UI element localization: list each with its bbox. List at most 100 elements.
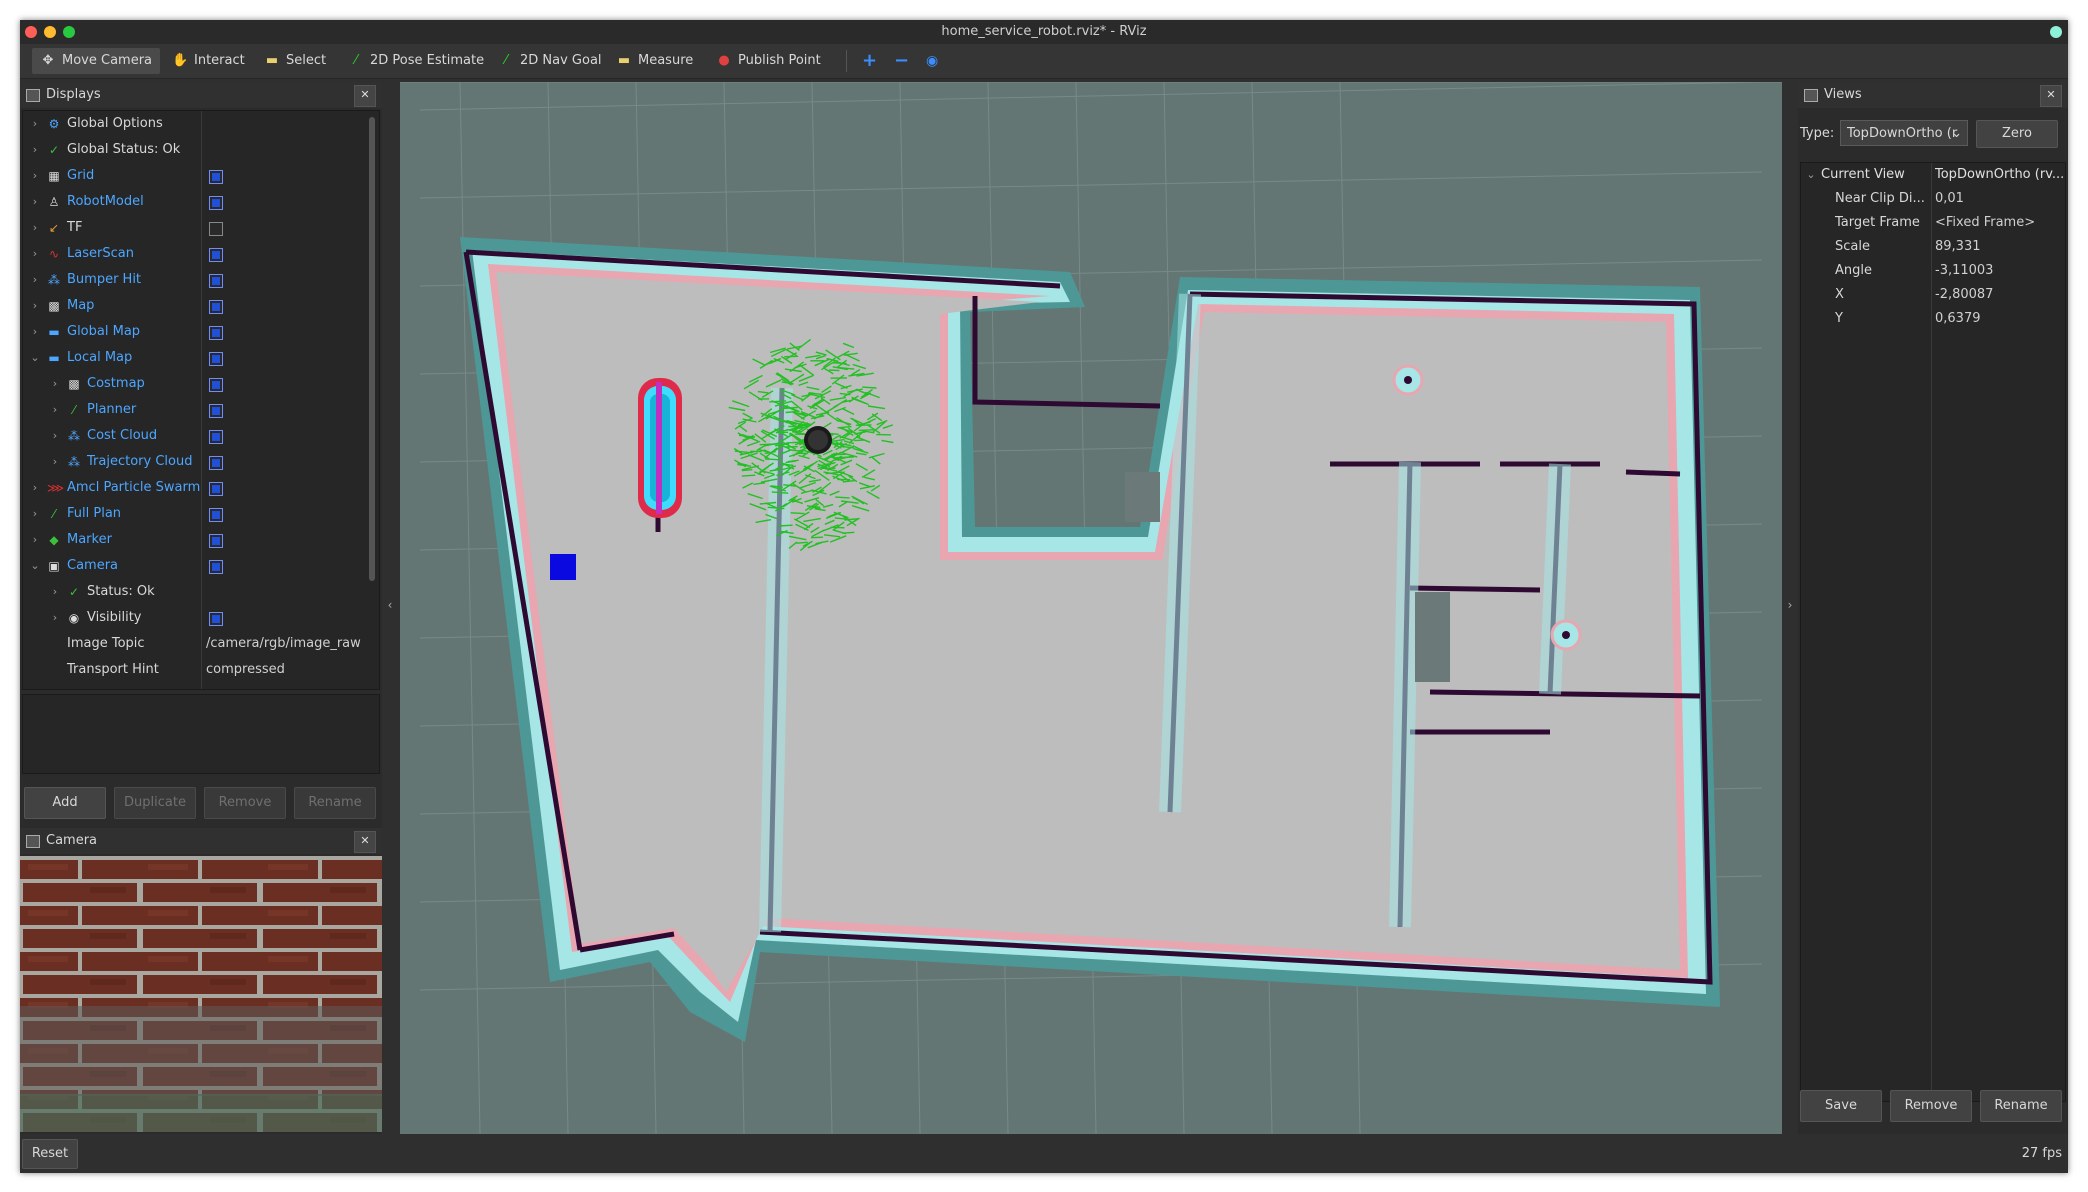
add-tool-icon[interactable]: + bbox=[854, 48, 885, 74]
3d-viewport[interactable] bbox=[400, 82, 1782, 1134]
view-prop-value[interactable]: -3,11003 bbox=[1935, 259, 1993, 283]
rename-display-button[interactable]: Rename bbox=[294, 787, 376, 819]
display-checkbox[interactable] bbox=[209, 612, 223, 626]
view-prop-row[interactable]: Target Frame <Fixed Frame> bbox=[1801, 211, 2065, 235]
display-row-marker[interactable]: › ◆ Marker bbox=[23, 527, 379, 553]
display-row-global-map[interactable]: › ▬ Global Map bbox=[23, 319, 379, 345]
expand-arrow-icon[interactable]: › bbox=[29, 215, 41, 241]
expand-arrow-icon[interactable]: ⌄ bbox=[29, 345, 41, 371]
view-prop-row[interactable]: Y 0,6379 bbox=[1801, 307, 2065, 331]
display-checkbox[interactable] bbox=[209, 196, 223, 210]
remove-view-button[interactable]: Remove bbox=[1890, 1090, 1972, 1122]
move-camera-button[interactable]: ✥ Move Camera bbox=[32, 48, 161, 74]
view-prop-row[interactable]: Scale 89,331 bbox=[1801, 235, 2065, 259]
expand-arrow-icon[interactable]: › bbox=[49, 449, 61, 475]
display-checkbox[interactable] bbox=[209, 404, 223, 418]
view-prop-row[interactable]: Angle -3,11003 bbox=[1801, 259, 2065, 283]
display-checkbox[interactable] bbox=[209, 430, 223, 444]
expand-arrow-icon[interactable]: › bbox=[29, 267, 41, 293]
display-row-image-topic[interactable]: Image Topic/camera/rgb/image_raw bbox=[23, 631, 379, 657]
expand-arrow-icon[interactable]: › bbox=[49, 397, 61, 423]
display-checkbox[interactable] bbox=[209, 222, 223, 236]
remove-display-button[interactable]: Remove bbox=[204, 787, 286, 819]
display-row-amcl-particle-swarm[interactable]: › ⋙ Amcl Particle Swarm bbox=[23, 475, 379, 501]
rename-view-button[interactable]: Rename bbox=[1980, 1090, 2062, 1122]
display-row-local-map[interactable]: ⌄ ▬ Local Map bbox=[23, 345, 379, 371]
zero-view-button[interactable]: Zero bbox=[1976, 120, 2058, 148]
expand-arrow-icon[interactable]: › bbox=[29, 293, 41, 319]
maximize-window-icon[interactable] bbox=[63, 26, 75, 38]
expand-arrow-icon[interactable]: › bbox=[29, 241, 41, 267]
expand-arrow-icon[interactable]: › bbox=[29, 111, 41, 137]
views-type-dropdown[interactable]: TopDownOrtho (r ⌄ bbox=[1840, 120, 1968, 146]
expand-arrow-icon[interactable]: › bbox=[49, 579, 61, 605]
left-dock-collapse-icon[interactable]: ‹ bbox=[384, 598, 396, 612]
expand-arrow-icon[interactable]: › bbox=[29, 475, 41, 501]
display-checkbox[interactable] bbox=[209, 534, 223, 548]
expand-arrow-icon[interactable]: › bbox=[49, 423, 61, 449]
display-row-tf[interactable]: › ↙ TF bbox=[23, 215, 379, 241]
display-row-laserscan[interactable]: › ∿ LaserScan bbox=[23, 241, 379, 267]
window-menu-icon[interactable] bbox=[2050, 26, 2062, 38]
display-checkbox[interactable] bbox=[209, 274, 223, 288]
display-row-map[interactable]: › ▩ Map bbox=[23, 293, 379, 319]
display-row-bumper-hit[interactable]: › ⁂ Bumper Hit bbox=[23, 267, 379, 293]
views-close-button[interactable]: ✕ bbox=[2040, 85, 2062, 107]
display-row-trajectory-cloud[interactable]: › ⁂ Trajectory Cloud bbox=[23, 449, 379, 475]
interact-button[interactable]: ✋ Interact bbox=[164, 48, 253, 74]
camera-close-button[interactable]: ✕ bbox=[354, 831, 376, 853]
display-checkbox[interactable] bbox=[209, 170, 223, 184]
expand-arrow-icon[interactable]: › bbox=[29, 501, 41, 527]
display-row-grid[interactable]: › ▦ Grid bbox=[23, 163, 379, 189]
view-prop-value[interactable]: <Fixed Frame> bbox=[1935, 211, 2035, 235]
expand-arrow-icon[interactable]: › bbox=[29, 319, 41, 345]
close-window-icon[interactable] bbox=[25, 26, 37, 38]
duplicate-display-button[interactable]: Duplicate bbox=[114, 787, 196, 819]
remove-tool-icon[interactable]: − bbox=[886, 48, 917, 74]
publish-point-button[interactable]: ● Publish Point bbox=[708, 48, 829, 74]
view-prop-value[interactable]: -2,80087 bbox=[1935, 283, 1993, 307]
display-row-status-ok[interactable]: › ✓ Status: Ok bbox=[23, 579, 379, 605]
current-view-row[interactable]: ⌄ Current View TopDownOrtho (rv... bbox=[1801, 163, 2065, 187]
minimize-window-icon[interactable] bbox=[44, 26, 56, 38]
save-view-button[interactable]: Save bbox=[1800, 1090, 1882, 1122]
display-checkbox[interactable] bbox=[209, 560, 223, 574]
pose-estimate-button[interactable]: ⁄ 2D Pose Estimate bbox=[340, 48, 492, 74]
display-value[interactable]: /camera/rgb/image_raw bbox=[206, 631, 361, 657]
display-row-global-status-ok[interactable]: › ✓ Global Status: Ok bbox=[23, 137, 379, 163]
display-value[interactable]: compressed bbox=[206, 657, 285, 683]
display-checkbox[interactable] bbox=[209, 508, 223, 522]
display-checkbox[interactable] bbox=[209, 300, 223, 314]
expand-arrow-icon[interactable]: › bbox=[49, 605, 61, 631]
display-checkbox[interactable] bbox=[209, 248, 223, 262]
view-prop-row[interactable]: X -2,80087 bbox=[1801, 283, 2065, 307]
displays-close-button[interactable]: ✕ bbox=[354, 85, 376, 107]
display-row-transport-hint[interactable]: Transport Hint compressed bbox=[23, 657, 379, 683]
expand-arrow-icon[interactable]: ⌄ bbox=[1805, 163, 1817, 187]
expand-arrow-icon[interactable]: › bbox=[29, 163, 41, 189]
expand-arrow-icon[interactable]: › bbox=[29, 527, 41, 553]
view-prop-value[interactable]: 0,6379 bbox=[1935, 307, 1981, 331]
view-prop-value[interactable]: 89,331 bbox=[1935, 235, 1981, 259]
nav-goal-button[interactable]: ⁄ 2D Nav Goal bbox=[490, 48, 610, 74]
measure-button[interactable]: ▬ Measure bbox=[608, 48, 701, 74]
reset-button[interactable]: Reset bbox=[22, 1139, 78, 1169]
display-row-planner[interactable]: › ⁄ Planner bbox=[23, 397, 379, 423]
select-button[interactable]: ▬ Select bbox=[256, 48, 334, 74]
view-prop-value[interactable]: 0,01 bbox=[1935, 187, 1964, 211]
expand-arrow-icon[interactable]: ⌄ bbox=[29, 553, 41, 579]
display-row-full-plan[interactable]: › ⁄ Full Plan bbox=[23, 501, 379, 527]
tool-properties-eye-icon[interactable]: ◉ bbox=[918, 48, 946, 74]
display-checkbox[interactable] bbox=[209, 352, 223, 366]
expand-arrow-icon[interactable]: › bbox=[29, 137, 41, 163]
view-prop-row[interactable]: Near Clip Di... 0,01 bbox=[1801, 187, 2065, 211]
right-dock-collapse-icon[interactable]: › bbox=[1784, 598, 1796, 612]
display-row-cost-cloud[interactable]: › ⁂ Cost Cloud bbox=[23, 423, 379, 449]
display-checkbox[interactable] bbox=[209, 456, 223, 470]
expand-arrow-icon[interactable]: › bbox=[29, 189, 41, 215]
display-row-camera[interactable]: ⌄ ▣ Camera bbox=[23, 553, 379, 579]
add-display-button[interactable]: Add bbox=[24, 787, 106, 819]
display-checkbox[interactable] bbox=[209, 378, 223, 392]
display-row-global-options[interactable]: › ⚙ Global Options bbox=[23, 111, 379, 137]
display-checkbox[interactable] bbox=[209, 482, 223, 496]
